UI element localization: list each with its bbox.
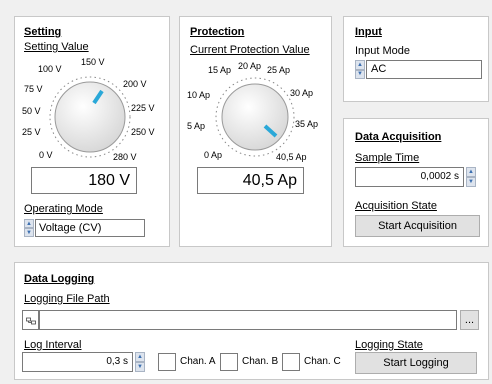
chevron-up-icon[interactable]: ▲: [135, 352, 145, 362]
chevron-up-icon[interactable]: ▲: [355, 60, 365, 70]
knob-tick-150v: 150 V: [81, 57, 105, 67]
setting-knob[interactable]: [45, 72, 135, 162]
chan-a-label: Chan. A: [180, 356, 216, 367]
log-interval-stepper[interactable]: ▲ ▼: [135, 352, 145, 372]
acquisition-title: Data Acquisition: [355, 131, 442, 143]
sample-time-stepper[interactable]: ▲ ▼: [466, 167, 476, 187]
chan-b-checkbox[interactable]: [220, 353, 238, 371]
logging-path-input[interactable]: [39, 310, 457, 330]
operating-mode-value: Voltage (CV): [39, 222, 102, 234]
chan-a-checkbox[interactable]: [158, 353, 176, 371]
input-mode-field[interactable]: AC: [366, 60, 482, 79]
sample-time-value: 0,0002 s: [420, 171, 459, 182]
knob-tick-10ap: 10 Ap: [187, 90, 211, 100]
knob-tick-75v: 75 V: [24, 84, 43, 94]
chevron-down-icon[interactable]: ▼: [355, 69, 365, 79]
acquisition-state-label: Acquisition State: [355, 200, 437, 212]
logging-path-label: Logging File Path: [24, 293, 110, 305]
knob-tick-25v: 25 V: [22, 127, 41, 137]
logging-path-icon-box[interactable]: [22, 310, 39, 330]
chevron-up-icon[interactable]: ▲: [24, 219, 34, 228]
chan-b-label: Chan. B: [242, 356, 279, 367]
knob-tick-5ap: 5 Ap: [187, 121, 206, 131]
sample-time-label: Sample Time: [355, 152, 420, 164]
setting-title: Setting: [24, 26, 62, 38]
setting-value-text: 180 V: [88, 171, 130, 189]
input-title: Input: [355, 26, 382, 38]
chevron-down-icon[interactable]: ▼: [466, 177, 476, 187]
chevron-down-icon[interactable]: ▼: [135, 362, 145, 372]
chan-c-checkbox[interactable]: [282, 353, 300, 371]
knob-tick-50v: 50 V: [22, 106, 41, 116]
input-mode-label: Input Mode: [355, 45, 411, 57]
browse-button[interactable]: ...: [460, 310, 479, 330]
protection-title: Protection: [190, 26, 245, 38]
chan-c-label: Chan. C: [304, 356, 341, 367]
operating-mode-field[interactable]: Voltage (CV): [35, 219, 145, 237]
chevron-down-icon[interactable]: ▼: [24, 228, 34, 237]
start-acquisition-button[interactable]: Start Acquisition: [355, 215, 480, 237]
input-mode-stepper[interactable]: ▲ ▼: [355, 60, 365, 79]
start-logging-button[interactable]: Start Logging: [355, 352, 477, 374]
knob-tick-35ap: 35 Ap: [295, 119, 319, 129]
operating-mode-stepper[interactable]: ▲ ▼: [24, 219, 34, 237]
setting-value-label: Setting Value: [24, 41, 89, 53]
log-interval-field[interactable]: 0,3 s: [22, 352, 133, 372]
input-mode-value: AC: [371, 63, 387, 75]
logging-state-label: Logging State: [355, 339, 423, 351]
protection-value-text: 40,5 Ap: [242, 171, 297, 189]
log-interval-value: 0,3 s: [106, 356, 128, 367]
protection-value-display[interactable]: 40,5 Ap: [197, 167, 304, 194]
operating-mode-label: Operating Mode: [24, 203, 103, 215]
sample-time-field[interactable]: 0,0002 s: [355, 167, 464, 187]
setting-value-display[interactable]: 180 V: [31, 167, 137, 194]
protection-value-label: Current Protection Value: [190, 44, 310, 56]
chevron-up-icon[interactable]: ▲: [466, 167, 476, 177]
log-interval-label: Log Interval: [24, 339, 82, 351]
logging-title: Data Logging: [24, 273, 95, 285]
protection-knob[interactable]: [212, 74, 298, 160]
folder-browse-icon: [25, 317, 36, 324]
knob-tick-20ap: 20 Ap: [238, 61, 262, 71]
